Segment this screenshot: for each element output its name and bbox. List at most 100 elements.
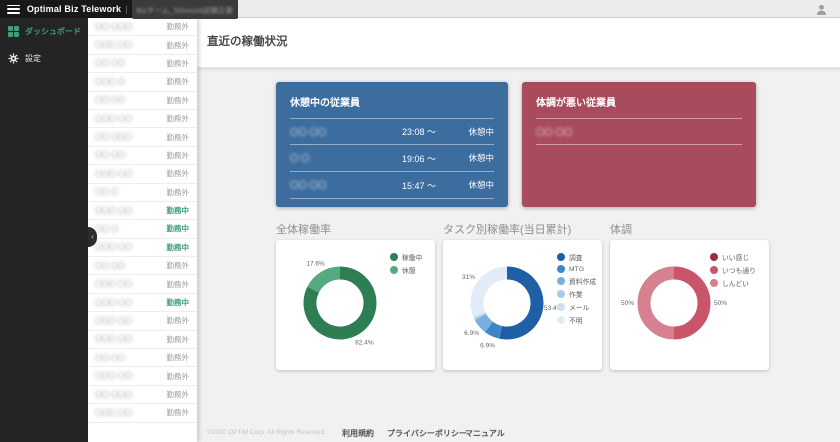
employee-name: 〇〇 〇〇〇 <box>95 132 132 142</box>
segment-percent-label: 50% <box>714 300 727 307</box>
legend-item[interactable]: 資料作成 <box>557 276 596 286</box>
legend-dot <box>710 253 718 261</box>
chart-legend: いい感じいつも通りしんどい <box>710 252 756 288</box>
legend-dot <box>557 316 565 324</box>
employee-row[interactable]: 〇〇 〇〇〇勤務外 <box>88 128 197 146</box>
employee-status: 勤務外 <box>167 76 190 87</box>
topbar: Optimal Biz Telework | Bizチーム_Telework試験… <box>0 0 238 18</box>
employee-status: 勤務外 <box>167 40 190 51</box>
donut-segment <box>477 273 507 314</box>
legend-item[interactable]: MTG <box>557 265 596 273</box>
donut-segment <box>674 273 704 333</box>
employee-row[interactable]: 〇〇〇 〇 勤務外 <box>88 73 197 91</box>
footer-link-terms[interactable]: 利用規約 <box>342 428 374 439</box>
legend-item[interactable]: 休憩 <box>390 265 422 275</box>
legend-dot <box>557 290 565 298</box>
legend-label: しんどい <box>722 278 749 288</box>
topbar-separator: | <box>125 4 127 14</box>
break-row: 〇〇 〇〇15:47 ～休憩中 <box>290 172 494 199</box>
page: Optimal Biz Telework | Bizチーム_Telework試験… <box>0 0 840 442</box>
employee-row[interactable]: 〇〇〇 〇〇勤務外 <box>88 36 197 54</box>
sidebar-item-settings[interactable]: 設定 <box>0 45 88 72</box>
footer-link-privacy[interactable]: プライバシーポリシー <box>387 428 467 439</box>
legend-item[interactable]: メール <box>557 302 596 312</box>
employee-row[interactable]: 〇〇 〇〇勤務外 <box>88 92 197 110</box>
employee-row[interactable]: 〇〇〇 〇〇勤務中 <box>88 239 197 257</box>
chart-title-overall: 全体稼働率 <box>276 221 331 237</box>
break-start-time: 23:08 ～ <box>370 125 436 138</box>
legend-item[interactable]: いつも通り <box>710 265 756 275</box>
donut-segment <box>479 314 480 316</box>
employee-row[interactable]: 〇〇 〇勤務外 <box>88 184 197 202</box>
employee-row[interactable]: 〇〇 〇〇勤務外 <box>88 349 197 367</box>
employee-row[interactable]: 〇〇〇 〇〇勤務外 <box>88 312 197 330</box>
donut-chart-condition: 50%50%いい感じいつも通りしんどい <box>610 240 769 370</box>
legend-item[interactable]: 作業 <box>557 289 596 299</box>
legend-item[interactable]: 不明 <box>557 315 596 325</box>
employee-row[interactable]: 〇〇 〇勤務中 <box>88 220 197 238</box>
employee-name: 〇〇〇 〇〇 <box>95 114 132 124</box>
legend-dot <box>557 253 565 261</box>
legend-label: 稼働中 <box>402 252 422 262</box>
employee-row[interactable]: 〇〇〇 〇〇勤務外 <box>88 331 197 349</box>
user-account-icon[interactable] <box>815 3 828 16</box>
employee-name: 〇〇〇 〇〇 <box>95 169 132 179</box>
donut-segment <box>480 316 481 318</box>
employee-row[interactable]: 〇〇〇 〇〇勤務外 <box>88 275 197 293</box>
employee-row[interactable]: 〇〇〇 〇〇勤務外 <box>88 404 197 422</box>
legend-item[interactable]: いい感じ <box>710 252 756 262</box>
employee-status: 勤務外 <box>167 260 190 271</box>
gear-icon <box>8 53 19 64</box>
legend-item[interactable]: しんどい <box>710 278 756 288</box>
segment-percent-label: 31% <box>462 274 475 281</box>
segment-percent-label: 82.4% <box>355 340 374 347</box>
tenant-name: Bizチーム_Telework試験企業 <box>137 6 233 15</box>
employee-status: 勤務外 <box>167 407 190 418</box>
copyright-text: ©2020 OPTiM Corp. All Rights Reserved. <box>207 429 326 436</box>
legend-label: 不明 <box>569 315 583 325</box>
employee-row[interactable]: 〇〇〇 〇〇勤務中 <box>88 202 197 220</box>
tenant-badge: Bizチーム_Telework試験企業 <box>132 0 238 19</box>
segment-percent-label: 6.9% <box>464 330 479 337</box>
page-header: 直近の稼働状況 <box>197 18 840 68</box>
donut-chart-overall: 82.4%17.6%稼働中休憩 <box>276 240 435 370</box>
employee-row[interactable]: 〇〇 〇〇勤務外 <box>88 55 197 73</box>
employee-status: 勤務外 <box>167 113 190 124</box>
employee-status: 勤務外 <box>167 279 190 290</box>
employee-row[interactable]: 〇〇 〇〇〇勤務外 <box>88 386 197 404</box>
legend-item[interactable]: 調査 <box>557 252 596 262</box>
employee-row[interactable]: 〇〇〇 〇〇 勤務外 <box>88 110 197 128</box>
break-row: 〇 〇19:06 ～休憩中 <box>290 145 494 172</box>
employee-row[interactable]: 〇〇〇 〇〇勤務外 <box>88 367 197 385</box>
sidebar: ダッシュボード 設定 <box>0 18 88 442</box>
legend-dot <box>557 277 565 285</box>
employee-status: 勤務外 <box>167 21 190 32</box>
sidebar-item-dashboard[interactable]: ダッシュボード <box>0 18 88 45</box>
employee-status: 勤務外 <box>167 95 190 106</box>
legend-item[interactable]: 稼働中 <box>390 252 422 262</box>
footer-link-manual[interactable]: マニュアル <box>465 428 505 439</box>
legend-dot <box>710 266 718 274</box>
break-row: 〇〇 〇〇23:08 ～休憩中 <box>290 118 494 145</box>
employee-row[interactable]: 〇〇 〇〇〇勤務外 <box>88 18 197 36</box>
employee-row[interactable]: 〇〇 〇〇勤務外 <box>88 147 197 165</box>
employee-row[interactable]: 〇〇〇 〇〇勤務外 <box>88 165 197 183</box>
employee-row[interactable]: 〇〇〇 〇〇勤務中 <box>88 294 197 312</box>
employee-status: 勤務外 <box>167 150 190 161</box>
employee-name: 〇〇〇 〇〇 <box>95 242 132 252</box>
hamburger-menu-icon[interactable] <box>7 5 20 14</box>
employee-row[interactable]: 〇〇 〇〇勤務外 <box>88 257 197 275</box>
page-title: 直近の稼働状況 <box>197 18 840 49</box>
legend-label: 休憩 <box>402 265 416 275</box>
legend-dot <box>710 279 718 287</box>
card-title: 休憩中の従業員 <box>276 82 508 109</box>
employee-name: 〇〇 〇〇 <box>95 58 125 68</box>
employee-name: 〇〇〇 〇 <box>95 77 125 87</box>
employee-status: 勤務外 <box>167 187 190 198</box>
legend-label: MTG <box>569 266 584 273</box>
employee-name: 〇〇〇 〇〇 <box>95 206 132 216</box>
employee-name: 〇 〇 <box>290 152 370 164</box>
break-status: 休憩中 <box>436 152 494 164</box>
employee-status: 勤務外 <box>167 371 190 382</box>
topbar-right <box>238 0 840 18</box>
